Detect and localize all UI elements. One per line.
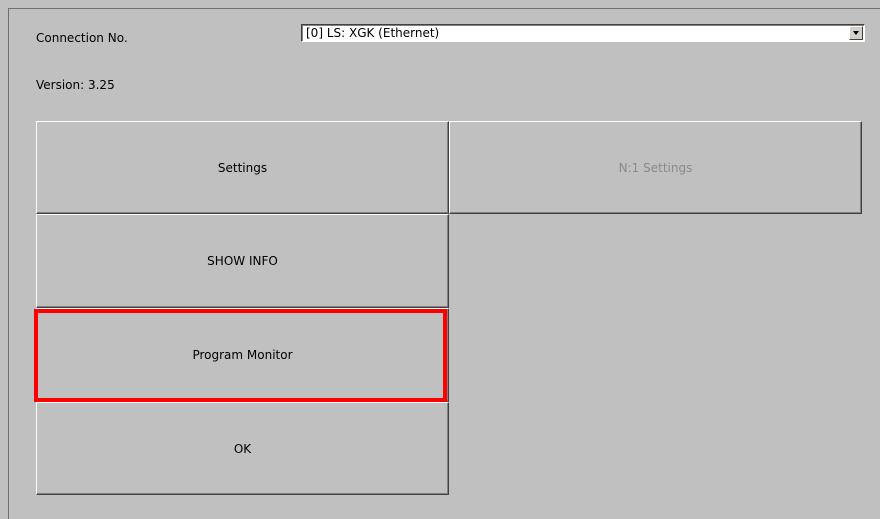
version-label: Version: 3.25	[36, 78, 115, 92]
program-monitor-button-label: Program Monitor	[192, 348, 293, 362]
chevron-down-icon[interactable]	[849, 26, 863, 40]
ok-button-label: OK	[233, 441, 252, 456]
connection-select-value: [0] LS: XGK (Ethernet)	[306, 26, 440, 40]
connection-select[interactable]: [0] LS: XGK (Ethernet)	[301, 24, 865, 42]
show-info-button-label: SHOW INFO	[207, 254, 278, 268]
plc-info-dialog: Connection No. [0] LS: XGK (Ethernet) Ve…	[8, 8, 880, 519]
settings-button-label: Settings	[217, 160, 268, 175]
program-monitor-button[interactable]: Program Monitor	[36, 308, 449, 402]
n1-settings-button-label: N:1 Settings	[618, 160, 693, 175]
show-info-button[interactable]: SHOW INFO	[36, 214, 449, 308]
settings-button[interactable]: Settings	[36, 121, 449, 214]
connection-no-label: Connection No.	[36, 31, 128, 45]
n1-settings-button[interactable]: N:1 Settings	[449, 121, 862, 214]
ok-button[interactable]: OK	[36, 402, 449, 495]
